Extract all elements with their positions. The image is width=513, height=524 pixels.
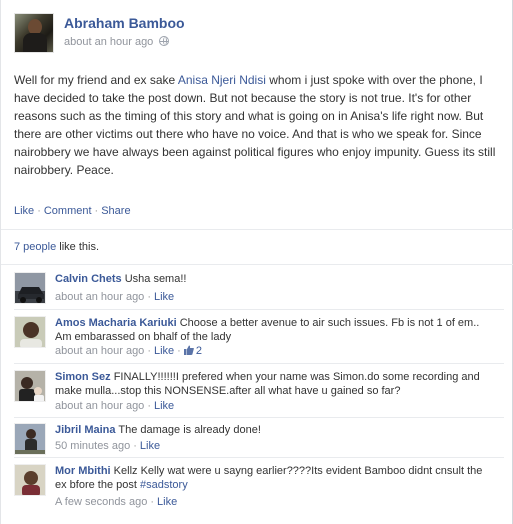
likes-count: 2 [195,345,202,357]
comment-like-link[interactable]: Like [154,345,174,357]
commenter-name[interactable]: Jibril Maina [55,424,116,436]
share-link[interactable]: Share [101,205,130,217]
commenter-name[interactable]: Amos Macharia Kariuki [55,317,177,329]
comment-divider [14,457,504,458]
mention-link[interactable]: Anisa Njeri Ndisi [178,73,266,87]
post-text-after: whom i just spoke with over the phone, I… [14,73,496,177]
meta-separator: · [147,400,151,412]
post-time-text[interactable]: about an hour ago [64,36,153,48]
person-photo-icon [15,317,45,347]
commenter-avatar[interactable] [14,316,46,348]
comment-text: Jibril Maina The damage is already done! [55,423,495,437]
commenter-avatar[interactable] [14,272,46,304]
meta-separator: · [177,345,181,357]
comment-time[interactable]: 50 minutes ago [55,440,130,452]
likes-summary: 7 people like this. [14,241,99,253]
comment-meta: about an hour ago · Like [55,291,174,303]
comment-time[interactable]: A few seconds ago [55,496,147,508]
comment-body: The damage is already done! [118,424,261,436]
meta-separator: · [150,496,155,508]
commenter-name[interactable]: Simon Sez [55,371,111,383]
divider [1,264,513,265]
comment-like-link[interactable]: Like [154,291,174,303]
comment-text: Simon Sez FINALLY!!!!!!I prefered when y… [55,370,495,398]
action-separator: · [94,205,99,217]
comment-body: FINALLY!!!!!!I prefered when your name w… [55,371,480,397]
person-photo-icon [15,371,45,401]
comment-divider [14,417,504,418]
comment-divider [14,309,504,310]
comment-likes-count[interactable]: 2 [183,345,202,357]
post-actions: Like · Comment · Share [14,205,131,217]
meta-separator: · [147,345,151,357]
commenter-name[interactable]: Calvin Chets [55,273,122,285]
post-text-before: Well for my friend and ex sake [14,73,178,87]
comment-like-link[interactable]: Like [154,400,174,412]
comment-text: Mor Mbithi Kellz Kelly wat were u sayng … [55,464,495,492]
comment-link[interactable]: Comment [44,205,92,217]
comment-time[interactable]: about an hour ago [55,400,144,412]
likes-count-link[interactable]: 7 people [14,241,56,253]
car-photo-icon [15,273,45,303]
commenter-avatar[interactable] [14,464,46,496]
meta-separator: · [133,440,137,452]
comment-time[interactable]: about an hour ago [55,291,144,303]
likes-suffix: like this. [56,241,100,253]
comment-meta: about an hour ago · Like [55,400,174,412]
comment-divider [14,363,504,364]
comment-body: Kellz Kelly wat were u sayng earlier????… [55,465,483,491]
meta-separator: · [147,291,151,303]
facebook-post: Abraham Bamboo about an hour ago Well fo… [0,0,513,524]
comment-text: Amos Macharia Kariuki Choose a better av… [55,316,495,344]
like-link[interactable]: Like [14,205,34,217]
author-name[interactable]: Abraham Bamboo [64,15,185,31]
commenter-avatar[interactable] [14,423,46,455]
person-photo-icon [15,424,45,454]
comment-time[interactable]: about an hour ago [55,345,144,357]
author-avatar[interactable] [14,13,54,53]
action-separator: · [37,205,41,217]
comment-like-link[interactable]: Like [140,440,160,452]
divider [1,229,513,230]
comment-meta: A few seconds ago · Like [55,496,177,508]
post-header: Abraham Bamboo about an hour ago [14,13,504,57]
comment-meta: about an hour ago · Like · 2 [55,345,202,357]
globe-icon[interactable] [159,36,170,46]
commenter-name[interactable]: Mor Mbithi [55,465,111,477]
comment-text: Calvin Chets Usha sema!! [55,272,495,286]
comment-like-link[interactable]: Like [157,496,177,508]
post-body: Well for my friend and ex sake Anisa Nje… [14,71,504,179]
person-photo-icon [15,465,45,495]
commenter-avatar[interactable] [14,370,46,402]
hashtag-link[interactable]: #sadstory [140,479,188,491]
thumbs-up-icon [183,345,194,355]
comment-body: Usha sema!! [124,273,187,285]
post-timestamp: about an hour ago [64,36,170,48]
comment-meta: 50 minutes ago · Like [55,440,160,452]
